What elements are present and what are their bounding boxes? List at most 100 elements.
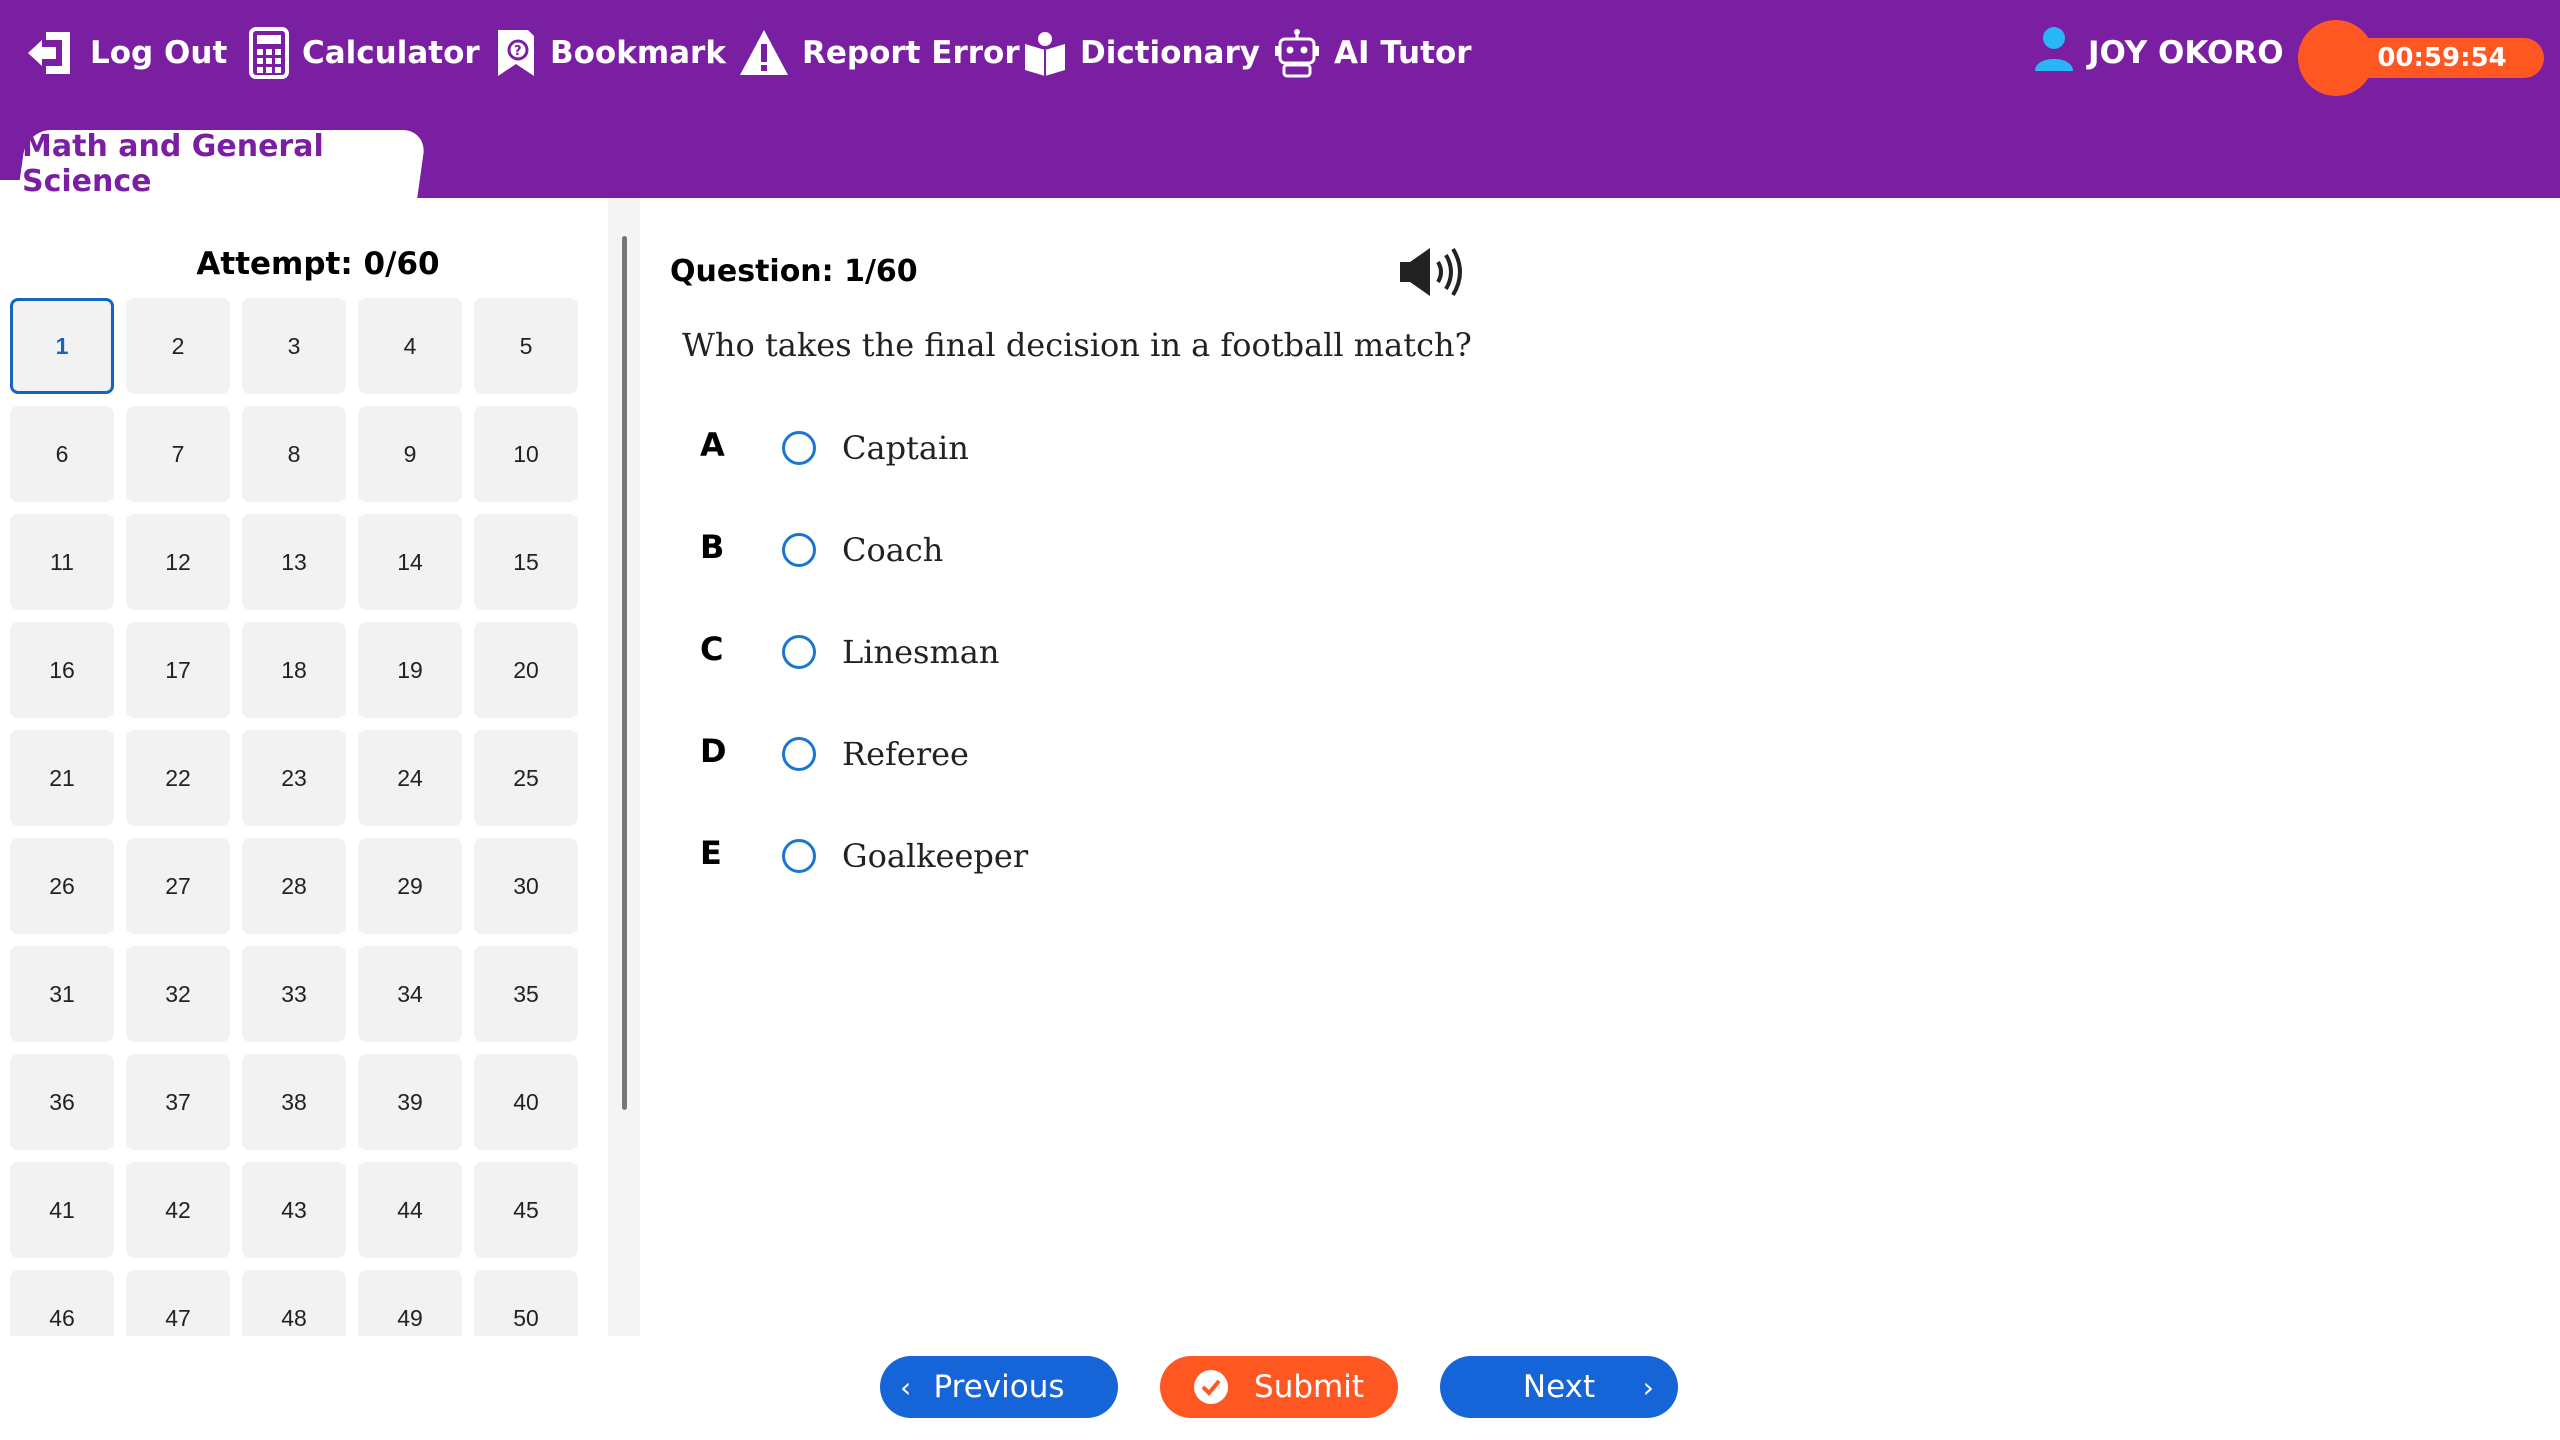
question-nav-item[interactable]: 42 — [126, 1162, 230, 1258]
question-nav-item[interactable]: 36 — [10, 1054, 114, 1150]
question-nav-item[interactable]: 17 — [126, 622, 230, 718]
attempt-counter: Attempt: 0/60 — [196, 246, 440, 282]
question-nav-item[interactable]: 38 — [242, 1054, 346, 1150]
previous-button[interactable]: ‹ Previous — [880, 1356, 1118, 1418]
question-nav-item[interactable]: 12 — [126, 514, 230, 610]
question-nav-item[interactable]: 34 — [358, 946, 462, 1042]
question-nav-item[interactable]: 35 — [474, 946, 578, 1042]
chevron-right-icon: › — [1642, 1370, 1654, 1404]
question-nav-item[interactable]: 15 — [474, 514, 578, 610]
question-nav-item[interactable]: 4 — [358, 298, 462, 394]
question-nav-item[interactable]: 27 — [126, 838, 230, 934]
question-nav-item[interactable]: 49 — [358, 1270, 462, 1336]
logout-button[interactable]: Log Out — [24, 18, 227, 88]
user-profile[interactable]: JOY OKORO — [2034, 24, 2284, 82]
option-letter: D — [700, 732, 727, 770]
bookmark-label: Bookmark — [550, 35, 726, 71]
question-nav-item[interactable]: 40 — [474, 1054, 578, 1150]
question-nav-item[interactable]: 3 — [242, 298, 346, 394]
svg-text:?: ? — [514, 44, 522, 59]
bookmark-button[interactable]: ? Bookmark — [494, 18, 726, 88]
option-b[interactable]: B Coach — [700, 520, 943, 580]
question-number: Question: 1/60 — [670, 254, 918, 289]
question-nav-item[interactable]: 45 — [474, 1162, 578, 1258]
read-aloud-button[interactable] — [1396, 242, 1466, 307]
user-icon — [2034, 25, 2074, 81]
question-nav-item[interactable]: 41 — [10, 1162, 114, 1258]
question-nav-item[interactable]: 39 — [358, 1054, 462, 1150]
question-nav-item[interactable]: 33 — [242, 946, 346, 1042]
option-text: Coach — [842, 531, 944, 569]
question-nav-item[interactable]: 32 — [126, 946, 230, 1042]
option-letter: C — [700, 630, 724, 668]
option-text: Goalkeeper — [842, 837, 1029, 875]
question-nav-item[interactable]: 47 — [126, 1270, 230, 1336]
question-nav-item[interactable]: 31 — [10, 946, 114, 1042]
previous-label: Previous — [933, 1369, 1065, 1405]
option-radio[interactable] — [782, 431, 816, 465]
robot-icon — [1272, 28, 1322, 78]
question-nav-item[interactable]: 28 — [242, 838, 346, 934]
submit-button[interactable]: Submit — [1160, 1356, 1398, 1418]
option-radio[interactable] — [782, 533, 816, 567]
question-nav-item[interactable]: 48 — [242, 1270, 346, 1336]
warning-icon — [738, 27, 790, 79]
question-nav-item[interactable]: 29 — [358, 838, 462, 934]
question-nav-item[interactable]: 10 — [474, 406, 578, 502]
option-a[interactable]: A Captain — [700, 418, 969, 478]
logout-label: Log Out — [90, 35, 228, 71]
tab-subject[interactable]: Math and General Science — [17, 129, 427, 199]
tab-subject-label: Math and General Science — [22, 129, 324, 199]
question-nav-item[interactable]: 14 — [358, 514, 462, 610]
ai-tutor-button[interactable]: AI Tutor — [1272, 18, 1472, 88]
report-error-button[interactable]: Report Error — [738, 18, 1020, 88]
question-nav-item[interactable]: 6 — [10, 406, 114, 502]
question-nav-item[interactable]: 11 — [10, 514, 114, 610]
question-nav-item[interactable]: 18 — [242, 622, 346, 718]
question-nav-item[interactable]: 20 — [474, 622, 578, 718]
ai-tutor-label: AI Tutor — [1334, 35, 1472, 71]
question-nav-item[interactable]: 16 — [10, 622, 114, 718]
question-nav-item[interactable]: 2 — [126, 298, 230, 394]
option-d[interactable]: D Referee — [700, 724, 969, 784]
question-nav-item[interactable]: 26 — [10, 838, 114, 934]
dictionary-label: Dictionary — [1080, 35, 1260, 71]
question-nav-item[interactable]: 22 — [126, 730, 230, 826]
next-button[interactable]: Next › — [1440, 1356, 1678, 1418]
question-navigator: Attempt: 0/60 1 2 3 4 5 6 7 8 9 10 11 12 13 14 15 16 17 1… — [0, 198, 608, 1336]
question-nav-item[interactable]: 46 — [10, 1270, 114, 1336]
option-e[interactable]: E Goalkeeper — [700, 826, 1028, 886]
question-nav-item[interactable]: 43 — [242, 1162, 346, 1258]
option-radio[interactable] — [782, 635, 816, 669]
calculator-button[interactable]: Calculator — [248, 18, 480, 88]
question-nav-item[interactable]: 23 — [242, 730, 346, 826]
chevron-left-icon: ‹ — [900, 1370, 912, 1404]
speaker-icon — [1396, 247, 1466, 306]
dictionary-button[interactable]: Dictionary — [1022, 18, 1260, 88]
option-text: Captain — [842, 429, 969, 467]
question-nav-item[interactable]: 8 — [242, 406, 346, 502]
question-nav-item[interactable]: 50 — [474, 1270, 578, 1336]
calculator-label: Calculator — [302, 35, 480, 71]
check-icon — [1194, 1370, 1229, 1404]
question-nav-item[interactable]: 30 — [474, 838, 578, 934]
question-nav-item[interactable]: 37 — [126, 1054, 230, 1150]
question-text: Who takes the final decision in a footba… — [682, 326, 1472, 364]
question-nav-item[interactable]: 1 — [10, 298, 114, 394]
calculator-icon — [248, 27, 290, 79]
option-text: Linesman — [842, 633, 1000, 671]
option-radio[interactable] — [782, 839, 816, 873]
question-nav-item[interactable]: 25 — [474, 730, 578, 826]
navigator-scrollbar[interactable] — [622, 236, 627, 1110]
question-nav-item[interactable]: 9 — [358, 406, 462, 502]
question-nav-item[interactable]: 44 — [358, 1162, 462, 1258]
question-nav-item[interactable]: 19 — [358, 622, 462, 718]
question-nav-item[interactable]: 24 — [358, 730, 462, 826]
option-c[interactable]: C Linesman — [700, 622, 999, 682]
option-radio[interactable] — [782, 737, 816, 771]
question-nav-item[interactable]: 7 — [126, 406, 230, 502]
question-nav-item[interactable]: 13 — [242, 514, 346, 610]
question-nav-item[interactable]: 21 — [10, 730, 114, 826]
question-grid: 1 2 3 4 5 6 7 8 9 10 11 12 13 14 15 16 17 18 19 20 21 22 23 24 2… — [10, 298, 578, 1336]
question-nav-item[interactable]: 5 — [474, 298, 578, 394]
